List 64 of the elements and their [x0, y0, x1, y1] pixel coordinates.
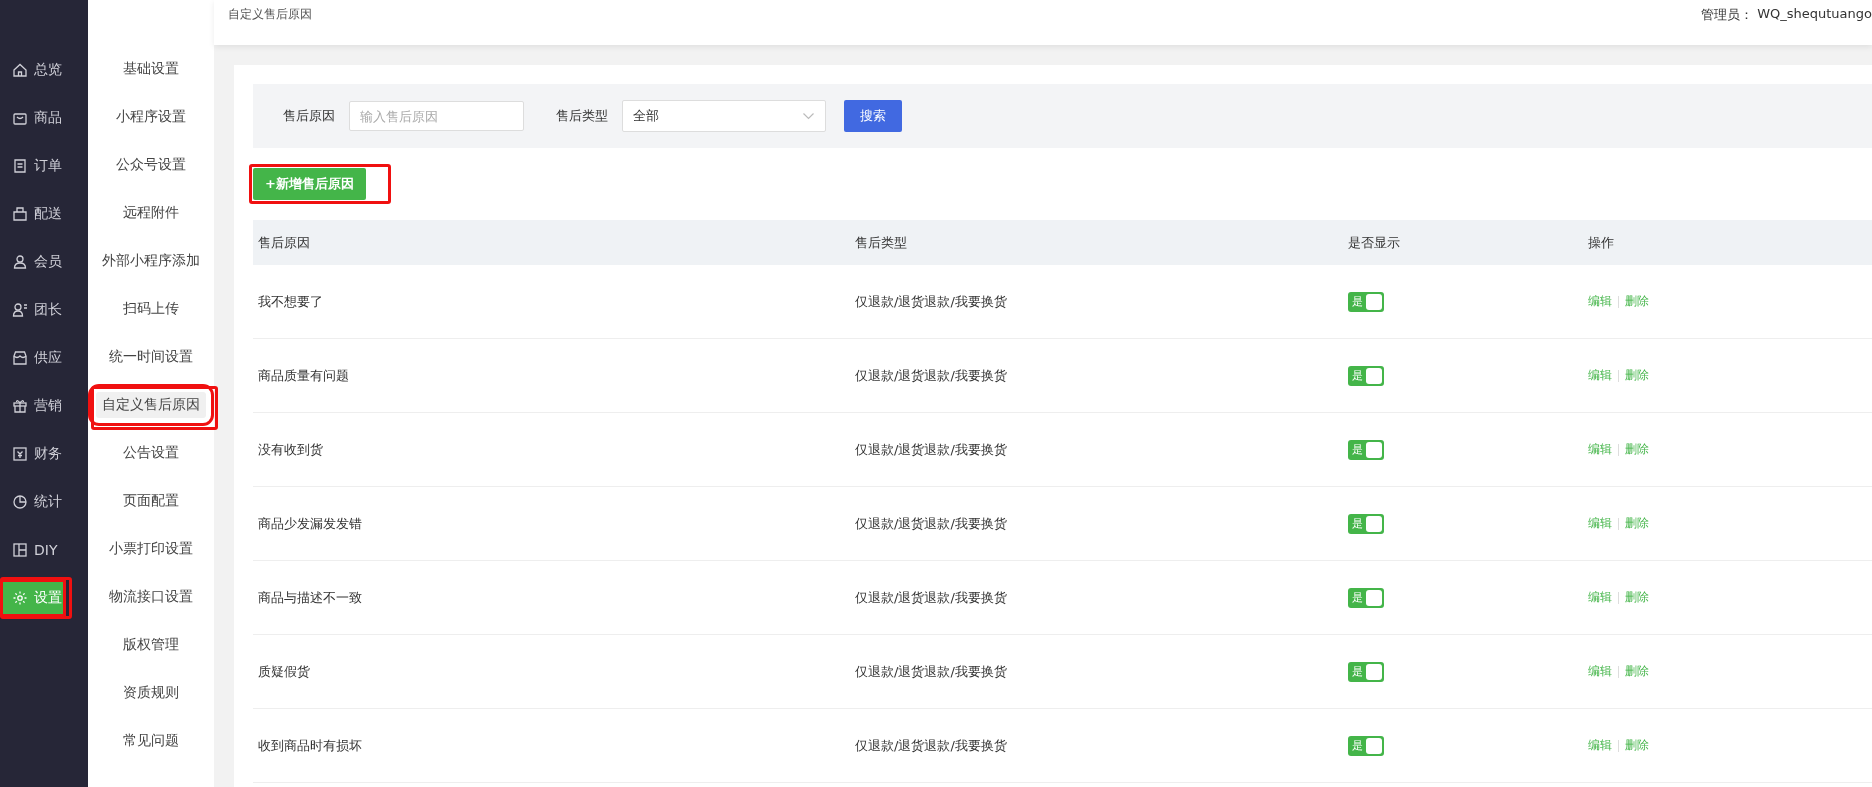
submenu-item[interactable]: 远程附件: [117, 200, 185, 226]
sidebar-item[interactable]: 统计: [0, 483, 88, 521]
filter-label: 售后类型: [556, 107, 608, 125]
sidebar-item[interactable]: 营销: [0, 387, 88, 425]
submenu-item[interactable]: 资质规则: [117, 680, 185, 706]
sidebar-item[interactable]: 配送: [0, 195, 88, 233]
table-cell-text: 没有收到货: [258, 440, 324, 459]
sidebar-item[interactable]: 供应: [0, 339, 88, 377]
admin-label: 管理员：: [1701, 6, 1754, 24]
shop-icon: [12, 350, 28, 366]
person-list-icon: [12, 302, 28, 318]
gift-icon: [12, 398, 28, 414]
search-button[interactable]: 搜索: [844, 100, 902, 132]
table-cell-text: 质疑假货: [258, 662, 311, 681]
table-cell-text: 仅退款/退货退款/我要换货: [855, 366, 1008, 385]
table-cell-text: 收到商品时有损坏: [258, 736, 363, 755]
table-cell-text: 商品少发漏发发错: [258, 514, 363, 533]
table-cell-text: 仅退款/退货退款/我要换货: [855, 736, 1008, 755]
column-header: 操作: [1588, 233, 1614, 252]
bag-icon: [12, 110, 28, 126]
submenu-item[interactable]: 公告设置: [117, 440, 185, 466]
sidebar-item[interactable]: 团长: [0, 291, 88, 329]
person-icon: [12, 254, 28, 270]
column-header: 是否显示: [1348, 233, 1401, 252]
sidebar-item[interactable]: DIY: [0, 531, 88, 569]
reason-input-field[interactable]: 输入售后原因: [349, 101, 524, 131]
sidebar-item[interactable]: 财务: [0, 435, 88, 473]
money-box-icon: [12, 446, 28, 462]
sidebar-item[interactable]: 商品: [0, 99, 88, 137]
table-cell-text: 仅退款/退货退款/我要换货: [855, 588, 1008, 607]
table-cell-text: 仅退款/退货退款/我要换货: [855, 292, 1008, 311]
filter-label: 售后原因: [283, 107, 335, 125]
column-header: 售后类型: [855, 233, 908, 252]
submenu-item[interactable]: 基础设置: [117, 56, 185, 82]
table-cell-text: 商品与描述不一致: [258, 588, 363, 607]
submenu-item[interactable]: 版权管理: [117, 632, 185, 658]
submenu-item[interactable]: 统一时间设置: [103, 344, 199, 370]
layout-icon: [12, 542, 28, 558]
breadcrumb: 自定义售后原因: [228, 6, 313, 23]
admin-name: WQ_shequtuango: [1757, 6, 1872, 21]
box-icon: [12, 206, 28, 222]
sidebar-item[interactable]: 会员: [0, 243, 88, 281]
chevron-down-icon: [802, 112, 815, 120]
submenu-item[interactable]: 扫码上传: [117, 296, 185, 322]
submenu-item[interactable]: 物流接口设置: [103, 584, 199, 610]
submenu-item[interactable]: 小程序设置: [110, 104, 192, 130]
submenu-item[interactable]: 外部小程序添加: [96, 248, 206, 274]
submenu-item[interactable]: 公众号设置: [110, 152, 192, 178]
submenu-item[interactable]: 小票打印设置: [103, 536, 199, 562]
column-header: 售后原因: [258, 233, 311, 252]
submenu-item[interactable]: 常见问题: [117, 728, 185, 754]
table-cell-text: 我不想要了: [258, 292, 324, 311]
table-cell-text: 商品质量有问题: [258, 366, 350, 385]
submenu-item[interactable]: 页面配置: [117, 488, 185, 514]
type-dropdown[interactable]: 全部: [622, 100, 826, 132]
receipt-icon: [12, 158, 28, 174]
table-cell-text: 仅退款/退货退款/我要换货: [855, 440, 1008, 459]
settings-icon: [12, 590, 28, 606]
pie-chart-icon: [12, 494, 28, 510]
sidebar-item[interactable]: 总览: [0, 51, 88, 89]
table-cell-text: 仅退款/退货退款/我要换货: [855, 514, 1008, 533]
sidebar-item[interactable]: 订单: [0, 147, 88, 185]
home-icon: [12, 62, 28, 78]
table-cell-text: 仅退款/退货退款/我要换货: [855, 662, 1008, 681]
